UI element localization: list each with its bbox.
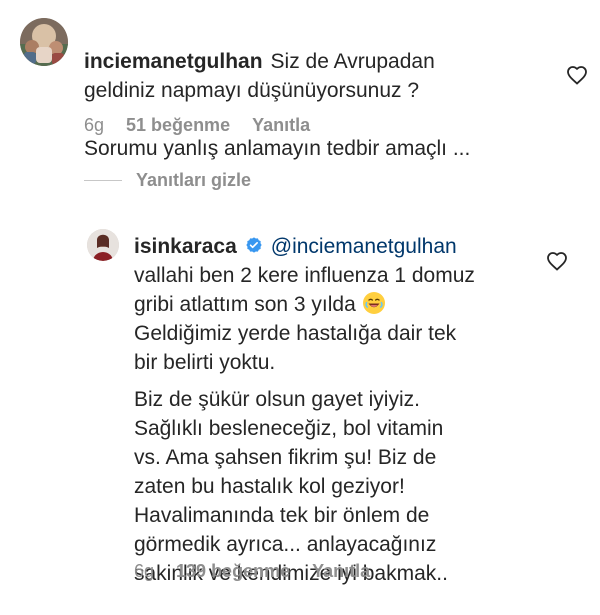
- verified-badge-icon: [246, 237, 262, 254]
- reply-line-4: bir belirti yoktu.: [134, 351, 276, 374]
- main-comment-time: 6g: [84, 115, 105, 135]
- reply-line-8: zaten bu hastalık kol geziyor!: [134, 475, 405, 498]
- main-comment-meta: 6g 51 beğenme Yanıtla: [84, 115, 310, 136]
- reply-line-2-wrapper: gribi atlattım son 3 yılda: [134, 290, 514, 319]
- main-comment-text: inciemanetgulhan Siz de Avrupadan geldini…: [84, 18, 534, 192]
- hide-replies-toggle[interactable]: Yanıtları gizle: [84, 170, 251, 191]
- heart-outline-icon: [567, 66, 587, 85]
- reply-comment-time: 6g: [134, 561, 155, 581]
- reply-like-button[interactable]: [545, 249, 569, 273]
- reply-line-7: vs. Ama şahsen fikrim şu! Biz de: [134, 446, 437, 469]
- main-comment-line-2: geldiniz napmayı düşünüyorsunuz ?: [84, 79, 420, 102]
- reply-comment-meta: 6g 139 beğenme Yanıtla: [134, 561, 370, 582]
- reply-line-9: Havalimanında tek bir önlem de: [134, 504, 430, 527]
- reply-comment-text: isinkaraca @inciemanetgulhan vallahi ben…: [134, 232, 514, 588]
- reply-comment-reply-link[interactable]: Yanıtla: [312, 561, 370, 582]
- heart-outline-icon: [547, 252, 567, 271]
- reply-paragraph-gap-1: [134, 377, 514, 385]
- reply-line-6: Sağlıklı besleneceğiz, bol vitamin: [134, 417, 444, 440]
- reply-comment-likes[interactable]: 139 beğenme: [176, 561, 290, 582]
- hide-replies-divider: [84, 180, 122, 181]
- reply-username[interactable]: isinkaraca: [134, 235, 237, 258]
- reply-avatar[interactable]: [87, 229, 119, 261]
- main-avatar[interactable]: [20, 18, 68, 66]
- reply-line-2: gribi atlattım son 3 yılda: [134, 293, 356, 316]
- reply-line-5: Biz de şükür olsun gayet iyiyiz.: [134, 388, 420, 411]
- reply-line-10: görmedik ayrıca... anlayacağınız: [134, 533, 437, 556]
- main-comment-reply-link[interactable]: Yanıtla: [252, 115, 310, 136]
- main-like-button[interactable]: [565, 63, 589, 87]
- main-comment-line-1: Siz de Avrupadan: [270, 50, 435, 73]
- profile-photo-icon: [20, 18, 68, 66]
- hide-replies-label[interactable]: Yanıtları gizle: [136, 170, 251, 191]
- laughing-face-emoji: [362, 292, 385, 315]
- profile-photo-icon: [87, 229, 119, 261]
- main-comment-line-3: Sorumu yanlış anlamayın tedbir amaçlı ..…: [84, 137, 471, 160]
- reply-line-3: Geldiğimiz yerde hastalığa dair tek: [134, 322, 457, 345]
- reply-line-1: vallahi ben 2 kere influenza 1 domuz: [134, 264, 475, 287]
- reply-mention-link[interactable]: @inciemanetgulhan: [271, 235, 457, 258]
- main-username[interactable]: inciemanetgulhan: [84, 50, 263, 73]
- main-comment-likes[interactable]: 51 beğenme: [126, 115, 230, 136]
